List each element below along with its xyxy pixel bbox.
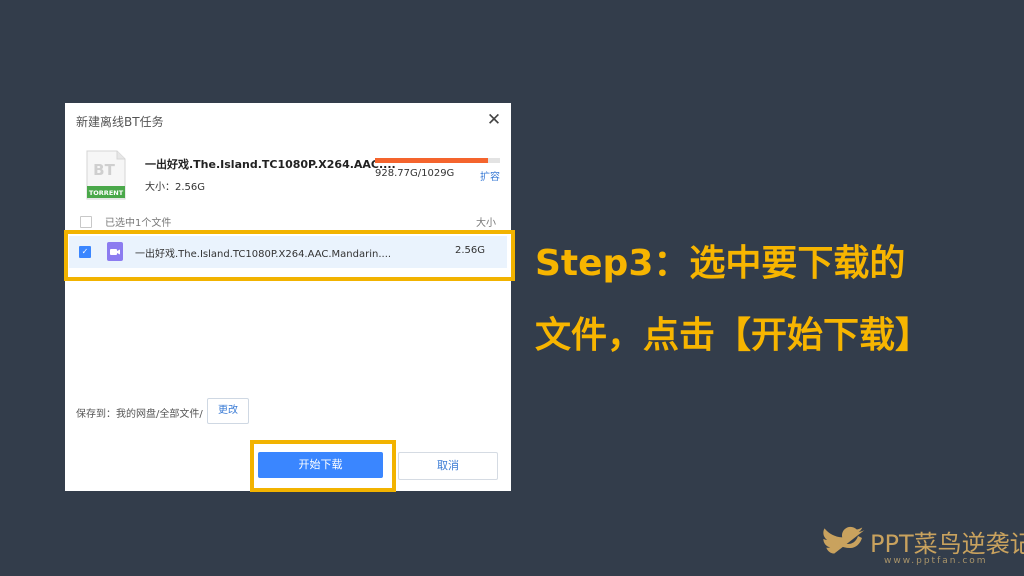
bt-icon-text: BT <box>93 161 115 179</box>
dialog-title: 新建离线BT任务 <box>76 115 164 129</box>
step-instruction: Step3：选中要下载的 文件，点击【开始下载】 <box>535 228 975 372</box>
bt-task-dialog: 新建离线BT任务 ✕ BT TORRENT 一出好戏.The.Island.TC… <box>65 103 511 491</box>
torrent-file-name: 一出好戏.The.Island.TC1080P.X264.AAC.... <box>145 158 396 171</box>
bt-torrent-icon: BT TORRENT <box>86 150 126 200</box>
change-path-button[interactable]: 更改 <box>207 398 249 424</box>
start-button-highlight <box>250 440 396 492</box>
selected-count-label: 已选中1个文件 <box>105 218 172 229</box>
storage-quota-bar <box>375 158 500 163</box>
select-all-checkbox[interactable] <box>80 216 92 228</box>
instruction-line-1: Step3：选中要下载的 <box>535 243 906 284</box>
save-path-label: 保存到：我的网盘/全部文件/ <box>76 409 203 420</box>
twitter-bird-icon <box>823 526 865 554</box>
expand-storage-link[interactable]: 扩容 <box>480 168 500 183</box>
torrent-file-size: 大小：2.56G <box>145 182 206 193</box>
cancel-button[interactable]: 取消 <box>398 452 498 480</box>
torrent-label: TORRENT <box>89 189 124 197</box>
storage-quota-text: 928.77G/1029G <box>375 168 455 179</box>
file-row-highlight <box>64 230 515 281</box>
brand-watermark: PPT菜鸟逆袭记 www.pptfan.com <box>822 520 1024 570</box>
instruction-line-2: 文件，点击【开始下载】 <box>535 315 932 356</box>
size-column-header: 大小 <box>476 218 496 229</box>
brand-url: www.pptfan.com <box>884 556 988 566</box>
storage-quota-fill <box>375 158 488 163</box>
close-icon[interactable]: ✕ <box>484 110 504 130</box>
brand-name: PPT菜鸟逆袭记 <box>870 530 1024 558</box>
file-list-header: 已选中1个文件 大小 <box>79 213 499 229</box>
